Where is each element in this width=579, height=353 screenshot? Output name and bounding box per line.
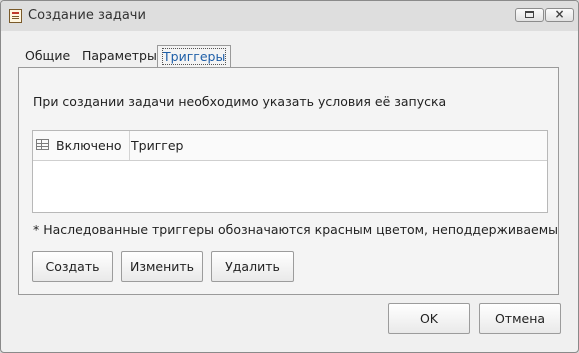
triggers-panel: При создании задачи необходимо указать у… bbox=[18, 67, 559, 295]
tab-general[interactable]: Общие bbox=[25, 48, 70, 63]
delete-trigger-button[interactable]: Удалить bbox=[211, 251, 294, 282]
task-dialog-window: Создание задачи × Общие Параметры Тригге… bbox=[0, 0, 579, 353]
window-title: Создание задачи bbox=[28, 8, 146, 23]
title-bar[interactable]: Создание задачи × bbox=[1, 1, 578, 31]
maximize-button[interactable] bbox=[515, 8, 544, 22]
close-icon: × bbox=[554, 7, 565, 21]
tab-parameters[interactable]: Параметры bbox=[82, 48, 157, 63]
column-header-enabled[interactable]: Включено bbox=[54, 131, 130, 160]
edit-trigger-button[interactable]: Изменить bbox=[121, 251, 203, 282]
column-header-trigger[interactable]: Триггер bbox=[130, 131, 183, 160]
instruction-text: При создании задачи необходимо указать у… bbox=[33, 94, 447, 109]
tab-triggers-label: Триггеры bbox=[161, 48, 227, 65]
close-button[interactable]: × bbox=[545, 7, 574, 22]
cancel-button[interactable]: Отмена bbox=[479, 303, 561, 334]
column-chooser[interactable] bbox=[33, 131, 53, 160]
app-task-icon bbox=[9, 9, 22, 23]
ok-button[interactable]: OK bbox=[388, 303, 470, 334]
create-trigger-button[interactable]: Создать bbox=[32, 251, 113, 282]
inheritance-note: * Наследованные триггеры обозначаются кр… bbox=[33, 222, 558, 237]
tab-triggers[interactable]: Триггеры bbox=[157, 45, 232, 67]
maximize-icon bbox=[525, 11, 534, 18]
table-header: Включено Триггер bbox=[33, 131, 547, 161]
triggers-table[interactable]: Включено Триггер bbox=[32, 130, 548, 213]
grid-columns-icon bbox=[36, 139, 49, 150]
